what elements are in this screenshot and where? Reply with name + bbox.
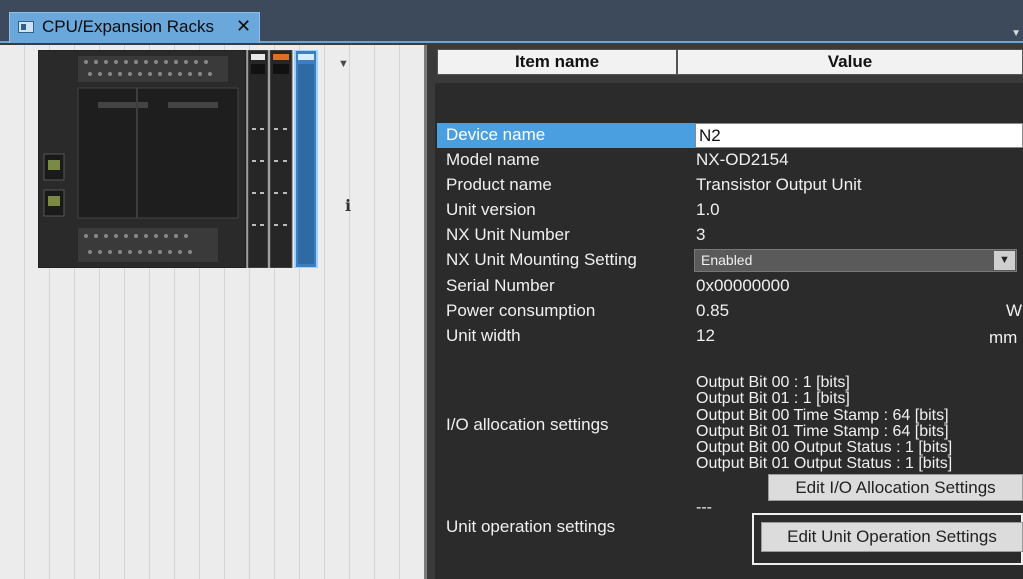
row-label-device-name[interactable]: Device name (446, 125, 545, 145)
cpu-bottom-terminal (78, 228, 218, 262)
unit-version-value: 1.0 (696, 200, 720, 219)
row-label-serial-number[interactable]: Serial Number (446, 276, 555, 296)
row-label-unit-operation-settings[interactable]: Unit operation settings (446, 517, 615, 537)
tab-bar: CPU/Expansion Racks ✕ ▼ (0, 0, 1023, 43)
edit-io-allocation-button[interactable]: Edit I/O Allocation Settings (768, 474, 1023, 501)
nx-unit-2 (269, 50, 293, 268)
io-allocation-item: Output Bit 01 Time Stamp : 64 [bits] (696, 422, 949, 440)
io-allocation-item: Output Bit 00 Time Stamp : 64 [bits] (696, 406, 949, 424)
io-allocation-item: Output Bit 01 Output Status : 1 [bits] (696, 455, 953, 473)
row-label-nx-unit-number[interactable]: NX Unit Number (446, 225, 570, 245)
row-label-unit-width[interactable]: Unit width (446, 326, 521, 346)
row-label-product-name[interactable]: Product name (446, 175, 552, 195)
unit-width-value: 12 (696, 326, 715, 345)
io-allocation-item: Output Bit 00 : 1 [bits] (696, 374, 850, 391)
column-header-value[interactable]: Value (677, 49, 1023, 75)
column-header-item-name[interactable]: Item name (437, 49, 677, 75)
rack-icon (18, 21, 34, 33)
edit-unit-operation-button[interactable]: Edit Unit Operation Settings (761, 522, 1023, 552)
rack-graphic[interactable] (38, 50, 328, 268)
product-name-value: Transistor Output Unit (696, 175, 862, 194)
chevron-down-icon[interactable]: ▼ (994, 251, 1015, 270)
power-consumption-value: 0.85 (696, 301, 730, 320)
io-allocation-list: Output Bit 00 : 1 [bits] Output Bit 01 :… (696, 374, 1023, 473)
tab-label: CPU/Expansion Racks (42, 17, 214, 36)
row-label-unit-version[interactable]: Unit version (446, 200, 536, 220)
row-label-io-allocation-settings[interactable]: I/O allocation settings (446, 415, 609, 435)
close-icon[interactable]: ✕ (236, 16, 251, 37)
device-name-input[interactable]: N2 (695, 123, 1023, 148)
info-icon[interactable]: i (345, 196, 351, 215)
model-name-value: NX-OD2154 (696, 150, 789, 169)
unit-operation-value: --- (696, 499, 712, 516)
tab-overflow-icon[interactable]: ▼ (1011, 28, 1021, 39)
app-window: CPU/Expansion Racks ✕ ▼ 3 (0, 0, 1023, 579)
device-name-value: N2 (699, 126, 721, 145)
serial-number-value: 0x00000000 (696, 276, 790, 295)
width-unit: mm (989, 328, 1018, 347)
row-label-power-consumption[interactable]: Power consumption (446, 301, 595, 321)
row-label-model-name[interactable]: Model name (446, 150, 540, 170)
io-allocation-item: Output Bit 00 Output Status : 1 [bits] (696, 439, 953, 457)
mounting-setting-value: Enabled (701, 252, 753, 268)
io-allocation-item: Output Bit 01 : 1 [bits] (696, 390, 850, 408)
mounting-setting-dropdown[interactable]: Enabled ▼ (694, 249, 1017, 272)
tab-cpu-expansion-racks[interactable]: CPU/Expansion Racks ✕ (9, 12, 260, 43)
row-label-nx-unit-mounting-setting[interactable]: NX Unit Mounting Setting (446, 250, 637, 270)
nx-unit-number-value: 3 (696, 225, 706, 244)
rack-scroll-down-icon[interactable]: ▼ (338, 58, 349, 70)
cpu-top-terminal (78, 56, 228, 82)
nx-unit-1 (247, 50, 269, 268)
power-unit: W (1006, 301, 1023, 320)
